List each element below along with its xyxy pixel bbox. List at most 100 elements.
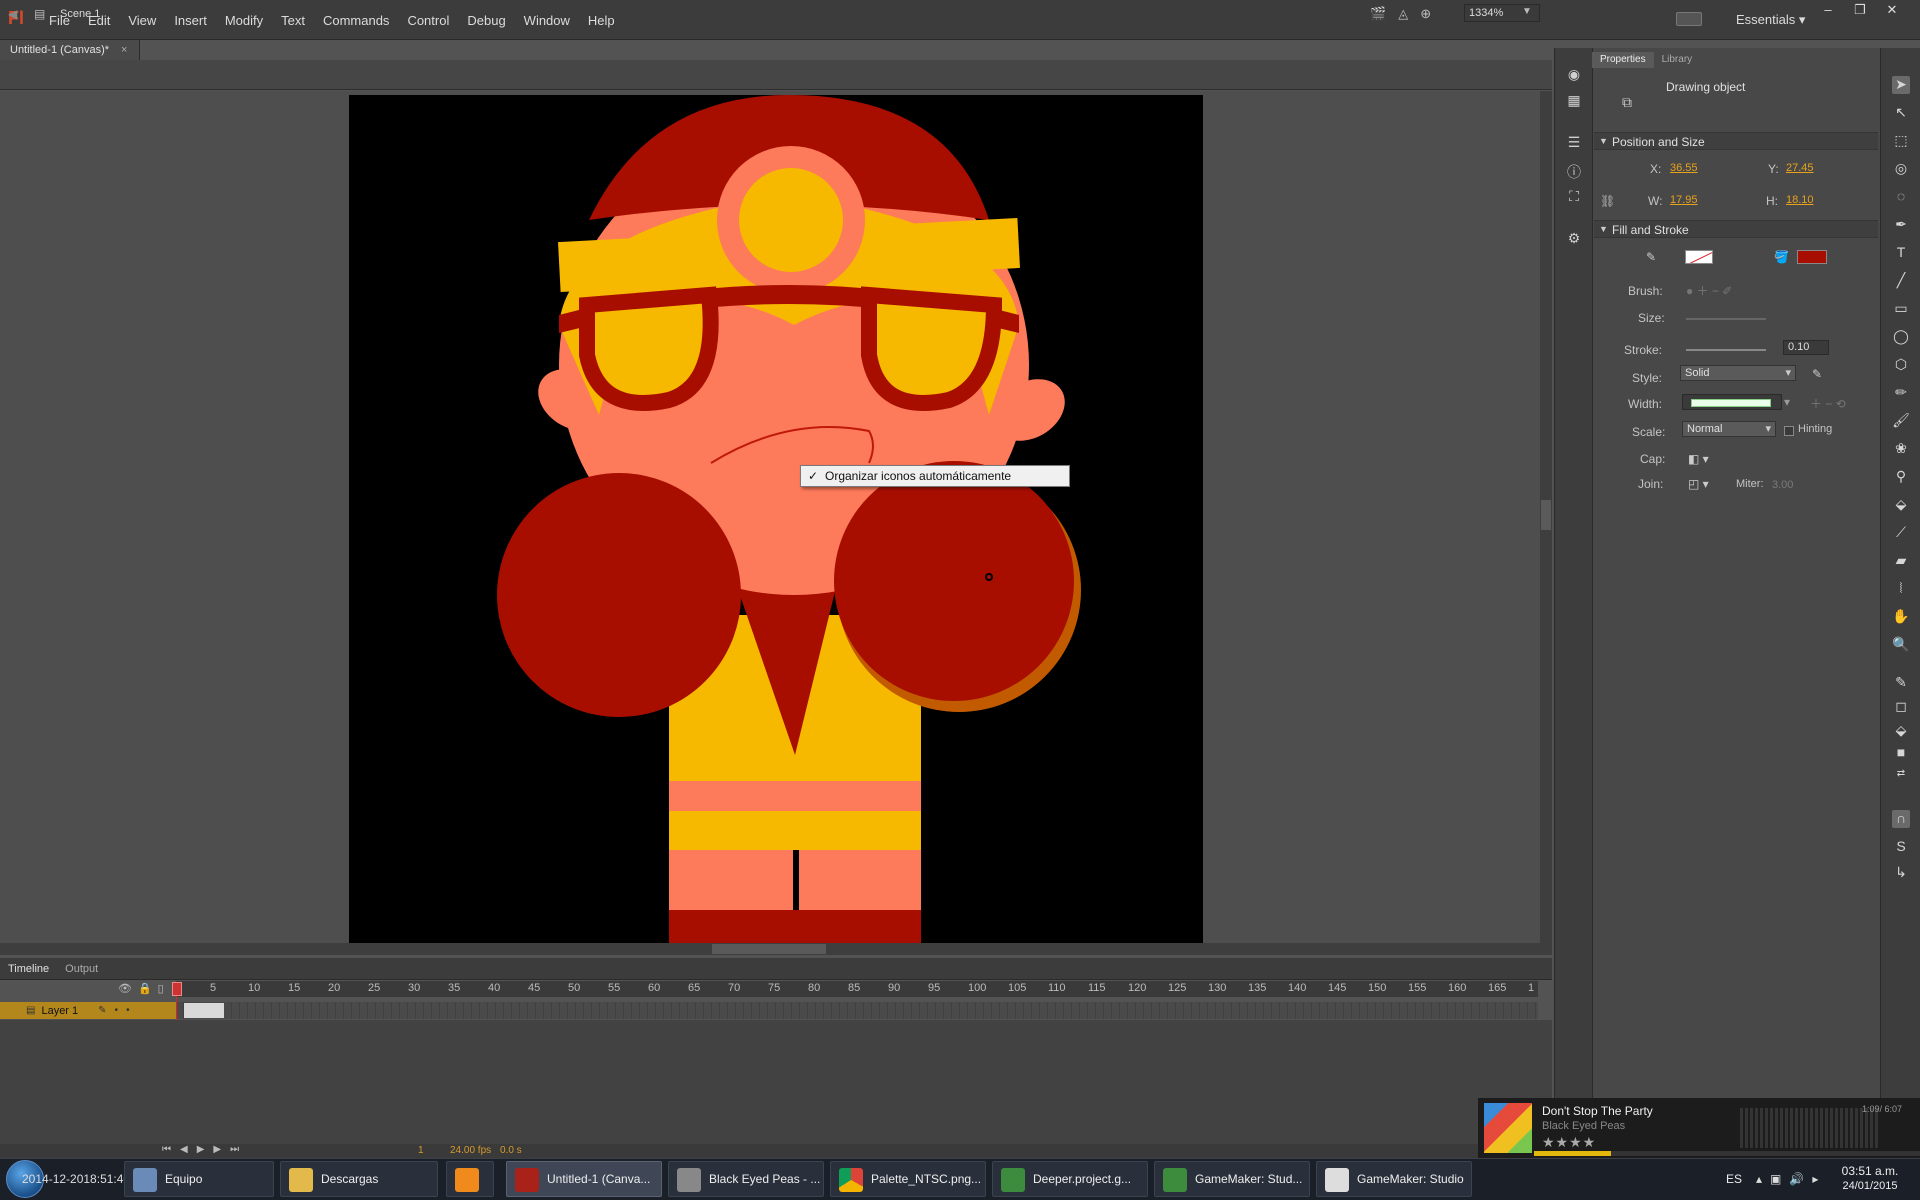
menu-insert[interactable]: Insert [165,13,216,28]
components-icon[interactable]: ⚙ [1565,230,1583,248]
menu-commands[interactable]: Commands [314,13,398,28]
polystar-tool-icon[interactable]: ⬡ [1892,356,1910,374]
section-fill-stroke[interactable]: Fill and Stroke [1594,220,1878,238]
swap-colors-icon[interactable]: ⇄ [1892,768,1910,786]
width-chevron-icon[interactable]: ▾ [1784,395,1790,409]
miter-value[interactable]: 3.00 [1772,479,1793,491]
text-tool-icon[interactable]: T [1892,244,1910,262]
task-gamemaker-1[interactable]: GameMaker: Stud... [1154,1161,1310,1197]
subselection-tool-icon[interactable]: ↖ [1892,104,1910,122]
hand-tool-icon[interactable]: ✋ [1892,608,1910,626]
task-descargas[interactable]: Descargas [280,1161,438,1197]
minimize-button[interactable]: – [1812,0,1844,20]
paint-bucket-tool-icon[interactable]: ⬙ [1892,496,1910,514]
shoes-shape[interactable] [669,910,921,943]
pen-tool-icon[interactable]: ✒ [1892,216,1910,234]
layer-row[interactable]: ▤ Layer 1 ✎ • • [0,1002,176,1019]
edit-symbols-icon[interactable]: ◬ [1398,6,1408,22]
edit-stroke-style-icon[interactable]: ✎ [1812,367,1822,381]
tray-expand-icon[interactable]: ▴ [1756,1172,1762,1186]
x-value[interactable]: 36.55 [1670,162,1698,174]
song-rating[interactable]: ★★★★ [1542,1134,1596,1151]
task-gamemaker-project[interactable]: Deeper.project.g... [992,1161,1148,1197]
width-tool-icon[interactable]: ⦚ [1892,580,1910,598]
width-profile-select[interactable] [1682,394,1782,410]
hinting-checkbox[interactable] [1784,426,1794,436]
left-lens-shape[interactable] [579,286,719,411]
bone-tool-icon[interactable]: ⚲ [1892,468,1910,486]
section-position-size[interactable]: Position and Size [1594,132,1878,150]
3d-rotation-tool-icon[interactable]: ◎ [1892,160,1910,178]
tab-timeline[interactable]: Timeline [0,963,57,975]
volume-icon[interactable]: 🔊 [1789,1172,1804,1186]
w-value[interactable]: 17.95 [1670,194,1698,206]
h-value[interactable]: 18.10 [1786,194,1814,206]
network-icon[interactable]: ▣ [1770,1172,1781,1186]
keyframe-span[interactable] [184,1003,224,1018]
center-stage-icon[interactable]: ⊕ [1420,6,1431,22]
selection-tool-icon[interactable]: ➤ [1892,76,1910,94]
tab-properties[interactable]: Properties [1592,52,1654,68]
info-icon[interactable]: ⓘ [1565,162,1583,180]
belt-shape[interactable] [669,781,921,811]
cap-style-icon[interactable]: ◧ ▾ [1688,452,1709,466]
rectangle-tool-icon[interactable]: ▭ [1892,300,1910,318]
deco-tool-icon[interactable]: ❀ [1892,440,1910,458]
document-tab[interactable]: Untitled-1 (Canvas)* × [0,40,140,60]
menu-modify[interactable]: Modify [216,13,272,28]
task-equipo[interactable]: Equipo [124,1161,274,1197]
menu-view[interactable]: View [119,13,165,28]
back-arrow-icon[interactable]: ◀ [8,7,17,21]
workspace-switcher[interactable]: Essentials ▾ [1736,12,1805,28]
frame-ruler[interactable]: 5 10 15 20 25 30 35 40 45 50 55 60 65 70… [176,981,1538,997]
right-glove-shape[interactable] [834,461,1074,701]
link-icon[interactable]: ⛓ [1600,194,1615,208]
zoom-tool-icon[interactable]: 🔍 [1892,636,1910,654]
tab-output[interactable]: Output [57,963,106,975]
brush-tool-icon[interactable]: 🖌 [1892,412,1910,430]
stroke-color-icon[interactable]: ✎ [1892,674,1910,692]
task-chrome[interactable]: Palette_NTSC.png... [830,1161,986,1197]
left-glove-shape[interactable] [497,473,741,717]
style-select[interactable]: Solid [1680,365,1796,381]
smooth-icon[interactable]: S [1892,838,1910,856]
clock-date[interactable]: 24/01/2015 [1830,1180,1910,1192]
stroke-swatch-icon[interactable]: ◻ [1892,698,1910,716]
frame-rate[interactable]: 24.00 fps [450,1145,491,1156]
y-value[interactable]: 27.45 [1786,162,1814,174]
task-flash[interactable]: Untitled-1 (Canva... [506,1161,662,1197]
fill-swatch-icon[interactable]: ■ [1892,744,1910,762]
menu-window[interactable]: Window [515,13,579,28]
step-back-icon[interactable]: ◀ [180,1144,188,1155]
menu-control[interactable]: Control [398,13,458,28]
eraser-tool-icon[interactable]: ▰ [1892,552,1910,570]
visibility-dot-icon[interactable]: • [115,1005,119,1016]
go-first-icon[interactable]: ⏮ [162,1144,171,1155]
transform-icon[interactable]: ⛶ [1565,188,1583,206]
play-icon[interactable]: ▶ [197,1144,205,1155]
swatches-icon[interactable]: ▦ [1565,92,1583,110]
show-hide-icon[interactable]: 👁 [118,982,132,995]
clock-time[interactable]: 03:51 a.m. [1830,1164,1910,1178]
fill-color-icon[interactable]: ⬙ [1892,722,1910,740]
tray-arrow-icon[interactable]: ▸ [1812,1172,1818,1186]
cap-badge-inner-shape[interactable] [739,168,843,272]
align-icon[interactable]: ☰ [1565,134,1583,152]
context-menu-item-auto-arrange[interactable]: Organizar iconos automáticamente [825,469,1011,483]
current-frame[interactable]: 1 [418,1145,424,1156]
step-forward-icon[interactable]: ▶ [213,1144,221,1155]
character-artwork[interactable] [349,95,1203,943]
task-media-player[interactable] [446,1161,494,1197]
horizontal-scroll-thumb[interactable] [712,944,826,954]
frames-row[interactable] [176,1002,1538,1019]
snap-to-objects-icon[interactable]: ∩ [1892,810,1910,828]
lock-dot-icon[interactable]: • [126,1005,130,1016]
pencil-icon[interactable]: ✎ [98,1005,106,1016]
lock-icon[interactable]: 🔒 [138,982,152,995]
close-icon[interactable]: × [121,44,127,56]
right-lens-shape[interactable] [861,286,1003,411]
color-wheel-icon[interactable]: ◉ [1565,66,1583,84]
stage-canvas[interactable] [349,95,1203,943]
menu-debug[interactable]: Debug [458,13,514,28]
edit-scene-icon[interactable]: 🎬 [1370,6,1386,22]
